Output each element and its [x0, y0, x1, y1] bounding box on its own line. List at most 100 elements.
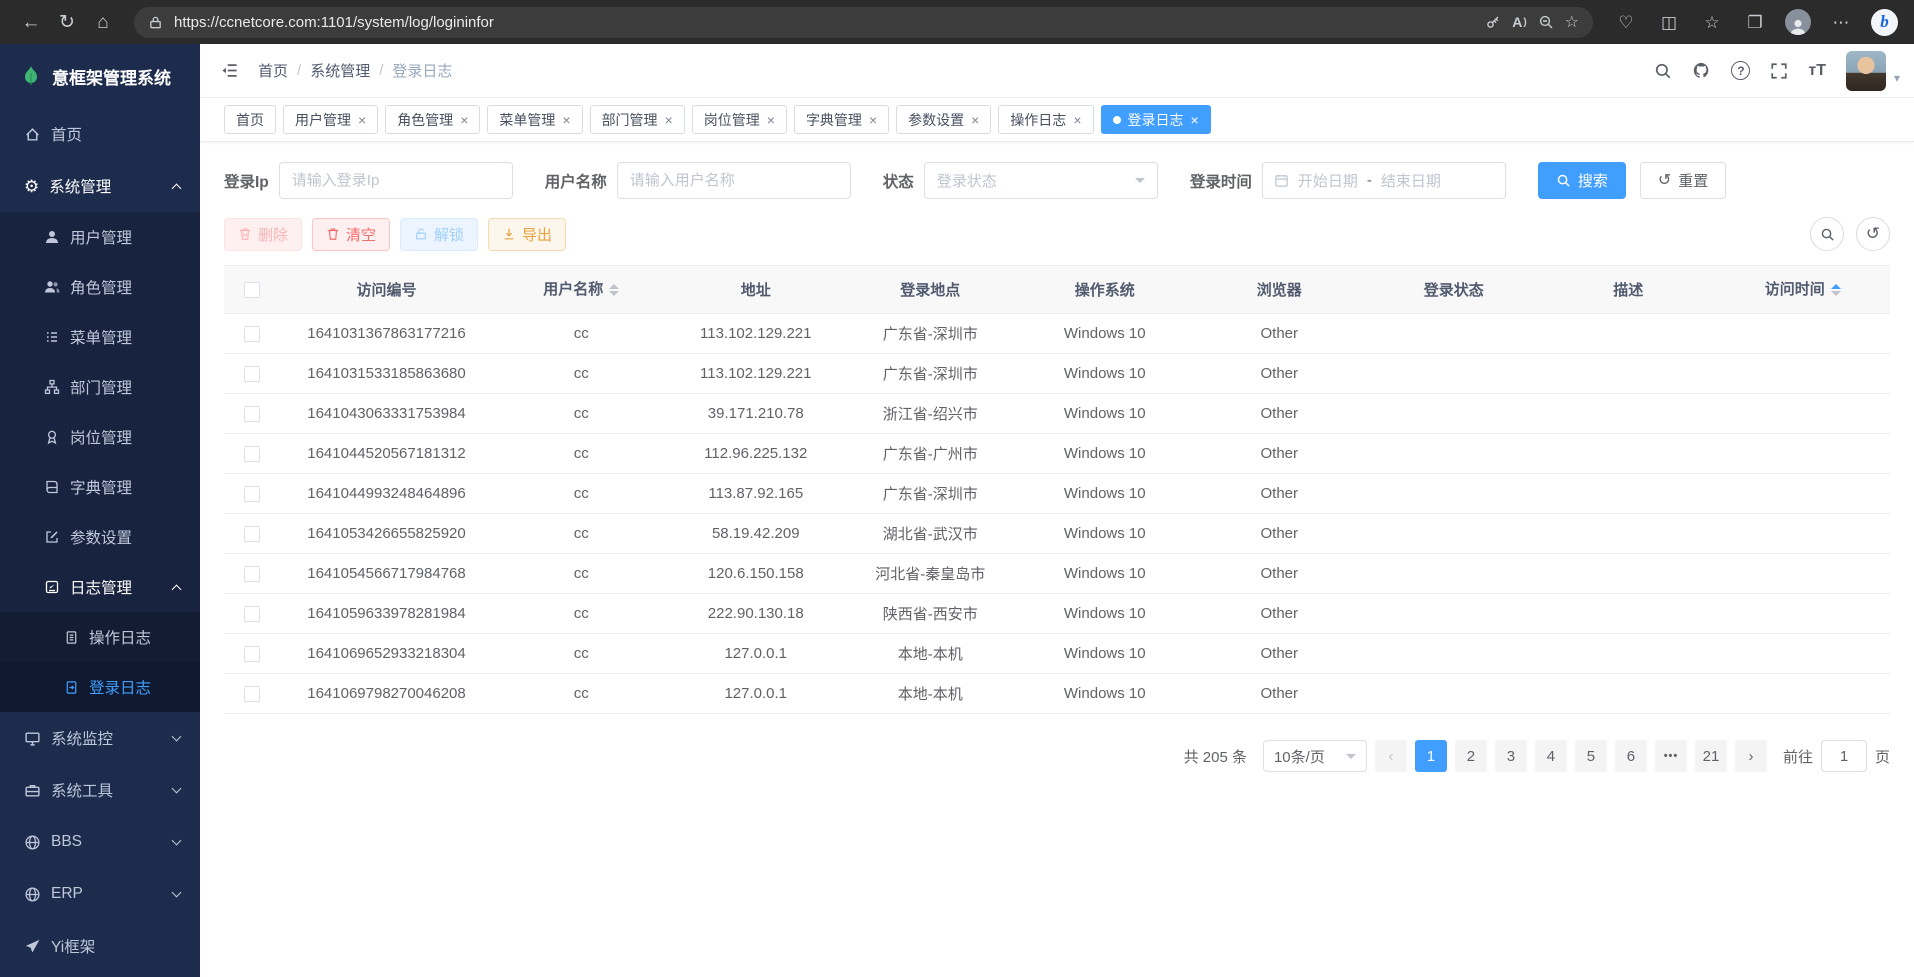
page-button-3[interactable]: 3 [1495, 740, 1527, 772]
login-ip-input[interactable] [279, 162, 513, 199]
clear-button[interactable]: 清空 [312, 218, 390, 251]
sidebar-item-yi-framework[interactable]: Yi框架 [0, 920, 200, 972]
sidebar-item-param-settings[interactable]: 参数设置 [0, 512, 200, 562]
zoom-out-icon[interactable] [1538, 14, 1554, 30]
sort-carets-icon[interactable] [1831, 279, 1841, 301]
page-button-2[interactable]: 2 [1455, 740, 1487, 772]
help-icon[interactable]: ? [1731, 61, 1750, 80]
next-page-button[interactable]: › [1735, 740, 1767, 772]
collections-icon[interactable]: ❐ [1742, 9, 1768, 35]
page-button-1[interactable]: 1 [1415, 740, 1447, 772]
page-button-last[interactable]: 21 [1695, 740, 1727, 772]
tab-close-icon[interactable]: × [1191, 113, 1199, 127]
password-key-icon[interactable] [1485, 14, 1501, 30]
row-checkbox[interactable] [244, 406, 260, 422]
delete-button[interactable]: 删除 [224, 218, 302, 251]
date-range-picker[interactable]: 开始日期 - 结束日期 [1262, 162, 1506, 199]
tab-menu-mgmt[interactable]: 菜单管理× [487, 105, 582, 134]
sidebar-item-dict-mgmt[interactable]: 字典管理 [0, 462, 200, 512]
toggle-search-button[interactable] [1810, 217, 1844, 251]
read-aloud-icon[interactable]: A [1512, 14, 1526, 30]
row-checkbox[interactable] [244, 326, 260, 342]
sidebar-item-erp[interactable]: ERP [0, 868, 200, 920]
sidebar-fold-icon[interactable] [200, 61, 258, 80]
tab-dict-mgmt[interactable]: 字典管理× [794, 105, 889, 134]
add-favorite-star-icon[interactable]: ☆ [1565, 12, 1579, 32]
sidebar-item-dept-mgmt[interactable]: 部门管理 [0, 362, 200, 412]
prev-page-button[interactable]: ‹ [1375, 740, 1407, 772]
tab-close-icon[interactable]: × [460, 113, 468, 127]
tab-operation-log[interactable]: 操作日志× [998, 105, 1093, 134]
browser-more-icon[interactable]: ⋯ [1828, 9, 1854, 35]
tab-close-icon[interactable]: × [358, 113, 366, 127]
tab-param-settings[interactable]: 参数设置× [896, 105, 991, 134]
status-select[interactable]: 登录状态 [924, 162, 1158, 199]
tab-close-icon[interactable]: × [562, 113, 570, 127]
tab-home[interactable]: 首页 [224, 105, 276, 134]
browser-profile-avatar[interactable] [1785, 9, 1811, 35]
tab-close-icon[interactable]: × [1073, 113, 1081, 127]
page-button-6[interactable]: 6 [1615, 740, 1647, 772]
tab-post-mgmt[interactable]: 岗位管理× [692, 105, 787, 134]
tab-login-log[interactable]: 登录日志× [1101, 105, 1211, 134]
page-size-select[interactable]: 10条/页 [1263, 740, 1367, 772]
browser-back-icon[interactable]: ← [16, 7, 46, 37]
browser-refresh-icon[interactable]: ↻ [52, 7, 82, 37]
url-text[interactable]: https://ccnetcore.com:1101/system/log/lo… [174, 14, 1474, 31]
sidebar-item-bbs[interactable]: BBS [0, 816, 200, 868]
user-name-input[interactable] [617, 162, 851, 199]
page-button-4[interactable]: 4 [1535, 740, 1567, 772]
row-checkbox[interactable] [244, 366, 260, 382]
tab-close-icon[interactable]: × [767, 113, 775, 127]
page-button-5[interactable]: 5 [1575, 740, 1607, 772]
fullscreen-icon[interactable] [1770, 62, 1788, 80]
sidebar-item-post-mgmt[interactable]: 岗位管理 [0, 412, 200, 462]
tab-role-mgmt[interactable]: 角色管理× [385, 105, 480, 134]
user-avatar[interactable] [1846, 51, 1886, 91]
row-checkbox[interactable] [244, 486, 260, 502]
address-bar[interactable]: https://ccnetcore.com:1101/system/log/lo… [134, 7, 1593, 38]
split-screen-icon[interactable]: ◫ [1656, 9, 1682, 35]
sidebar-item-user-mgmt[interactable]: 用户管理 [0, 212, 200, 262]
sidebar-item-log-mgmt[interactable]: 日志管理 [0, 562, 200, 612]
tab-close-icon[interactable]: × [971, 113, 979, 127]
breadcrumb-system[interactable]: 系统管理 [310, 60, 370, 81]
tab-dept-mgmt[interactable]: 部门管理× [590, 105, 685, 134]
goto-page-input[interactable] [1821, 740, 1867, 772]
end-date-placeholder[interactable]: 结束日期 [1381, 170, 1441, 191]
refresh-table-button[interactable]: ↺ [1856, 217, 1890, 251]
font-size-icon[interactable]: тT [1808, 62, 1826, 80]
sidebar-item-system-tools[interactable]: 系统工具 [0, 764, 200, 816]
sidebar-item-role-mgmt[interactable]: 角色管理 [0, 262, 200, 312]
row-checkbox[interactable] [244, 566, 260, 582]
row-checkbox[interactable] [244, 646, 260, 662]
browser-home-icon[interactable]: ⌂ [88, 7, 118, 37]
col-visit-time[interactable]: 访问时间 [1716, 266, 1891, 314]
row-checkbox[interactable] [244, 606, 260, 622]
github-icon[interactable] [1692, 61, 1711, 80]
sidebar-item-home[interactable]: 首页 [0, 108, 200, 160]
sort-carets-icon[interactable] [609, 279, 619, 301]
tab-user-mgmt[interactable]: 用户管理× [283, 105, 378, 134]
reset-button[interactable]: ↺ 重置 [1640, 162, 1726, 199]
sidebar-item-system-mgmt[interactable]: ⚙ 系统管理 [0, 160, 200, 212]
sidebar-item-operation-log[interactable]: 操作日志 [0, 612, 200, 662]
more-pages-button[interactable]: ••• [1655, 740, 1687, 772]
start-date-placeholder[interactable]: 开始日期 [1298, 170, 1358, 191]
browser-essentials-icon[interactable]: ♡ [1613, 9, 1639, 35]
tab-close-icon[interactable]: × [665, 113, 673, 127]
sidebar-item-system-monitor[interactable]: 系统监控 [0, 712, 200, 764]
search-icon[interactable] [1654, 62, 1672, 80]
copilot-icon[interactable]: b [1871, 9, 1898, 36]
col-user-name[interactable]: 用户名称 [494, 266, 669, 314]
search-button[interactable]: 搜索 [1538, 162, 1626, 199]
tab-close-icon[interactable]: × [869, 113, 877, 127]
favorites-icon[interactable]: ☆ [1699, 9, 1725, 35]
row-checkbox[interactable] [244, 686, 260, 702]
avatar-caret-down-icon[interactable]: ▾ [1894, 71, 1900, 91]
sidebar-item-menu-mgmt[interactable]: 菜单管理 [0, 312, 200, 362]
unlock-button[interactable]: 解锁 [400, 218, 478, 251]
breadcrumb-home[interactable]: 首页 [258, 60, 288, 81]
row-checkbox[interactable] [244, 526, 260, 542]
select-all-checkbox[interactable] [244, 282, 260, 298]
